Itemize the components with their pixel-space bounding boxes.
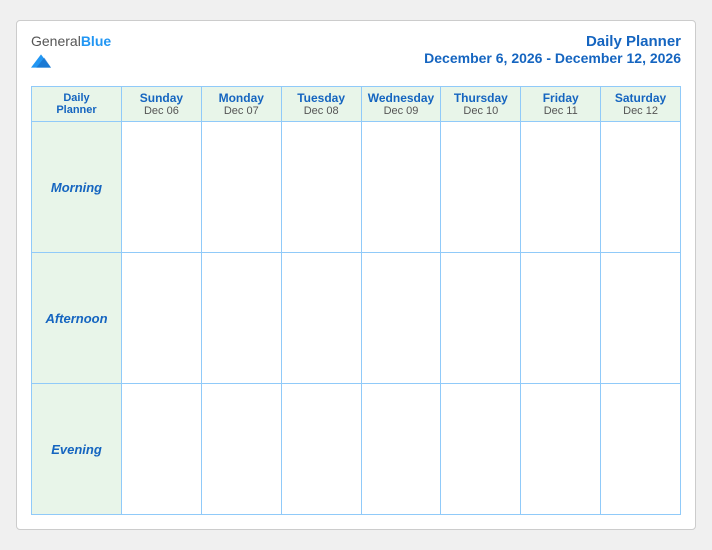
day-name-saturday: Saturday xyxy=(615,91,666,105)
day-name-sunday: Sunday xyxy=(140,91,183,105)
day-name-wednesday: Wednesday xyxy=(368,91,434,105)
cell-afternoon-monday[interactable] xyxy=(202,253,282,384)
day-date-tuesday: Dec 08 xyxy=(304,105,339,117)
cell-morning-thursday[interactable] xyxy=(441,122,521,253)
row-label-afternoon: Afternoon xyxy=(32,253,122,384)
cell-evening-thursday[interactable] xyxy=(441,384,521,515)
cell-afternoon-wednesday[interactable] xyxy=(362,253,442,384)
logo-blue: Blue xyxy=(81,33,111,49)
cell-evening-wednesday[interactable] xyxy=(362,384,442,515)
day-date-friday: Dec 11 xyxy=(544,105,578,117)
day-date-saturday: Dec 12 xyxy=(623,105,658,117)
row-label-text-evening: Evening xyxy=(51,442,102,457)
cell-morning-monday[interactable] xyxy=(202,122,282,253)
day-date-sunday: Dec 06 xyxy=(144,105,179,117)
cell-evening-tuesday[interactable] xyxy=(282,384,362,515)
cell-morning-saturday[interactable] xyxy=(601,122,681,253)
header-label-cell: Daily Planner xyxy=(32,87,122,122)
cell-afternoon-thursday[interactable] xyxy=(441,253,521,384)
header-day-monday: Monday Dec 07 xyxy=(202,87,282,122)
day-date-thursday: Dec 10 xyxy=(463,105,498,117)
cell-afternoon-saturday[interactable] xyxy=(601,253,681,384)
day-date-wednesday: Dec 09 xyxy=(384,105,419,117)
cell-morning-tuesday[interactable] xyxy=(282,122,362,253)
header-day-thursday: Thursday Dec 10 xyxy=(441,87,521,122)
header-daily: Daily xyxy=(63,92,89,104)
cell-morning-friday[interactable] xyxy=(521,122,601,253)
row-label-text-morning: Morning xyxy=(51,180,102,195)
header-day-tuesday: Tuesday Dec 08 xyxy=(282,87,362,122)
row-label-evening: Evening xyxy=(32,384,122,515)
day-name-friday: Friday xyxy=(543,91,579,105)
logo: GeneralBlue xyxy=(31,33,111,76)
cell-morning-sunday[interactable] xyxy=(122,122,202,253)
title-block: Daily Planner December 6, 2026 - Decembe… xyxy=(424,33,681,66)
cell-afternoon-sunday[interactable] xyxy=(122,253,202,384)
planner-date-range: December 6, 2026 - December 12, 2026 xyxy=(424,50,681,66)
header-day-sunday: Sunday Dec 06 xyxy=(122,87,202,122)
cell-evening-friday[interactable] xyxy=(521,384,601,515)
cell-morning-wednesday[interactable] xyxy=(362,122,442,253)
header-day-wednesday: Wednesday Dec 09 xyxy=(362,87,442,122)
cell-afternoon-tuesday[interactable] xyxy=(282,253,362,384)
header: GeneralBlue Daily Planner December 6, 20… xyxy=(31,33,681,76)
cell-evening-monday[interactable] xyxy=(202,384,282,515)
logo-general: General xyxy=(31,33,81,49)
cell-afternoon-friday[interactable] xyxy=(521,253,601,384)
day-date-monday: Dec 07 xyxy=(224,105,259,117)
day-name-tuesday: Tuesday xyxy=(297,91,345,105)
row-label-text-afternoon: Afternoon xyxy=(45,311,107,326)
header-planner: Planner xyxy=(56,104,96,116)
cell-evening-sunday[interactable] xyxy=(122,384,202,515)
day-name-thursday: Thursday xyxy=(454,91,508,105)
row-label-morning: Morning xyxy=(32,122,122,253)
planner-container: GeneralBlue Daily Planner December 6, 20… xyxy=(16,20,696,530)
planner-grid: Daily Planner Sunday Dec 06 Monday Dec 0… xyxy=(31,86,681,515)
logo-icon xyxy=(31,51,51,71)
planner-title: Daily Planner xyxy=(424,33,681,50)
day-name-monday: Monday xyxy=(219,91,264,105)
header-day-friday: Friday Dec 11 xyxy=(521,87,601,122)
header-day-saturday: Saturday Dec 12 xyxy=(601,87,681,122)
cell-evening-saturday[interactable] xyxy=(601,384,681,515)
